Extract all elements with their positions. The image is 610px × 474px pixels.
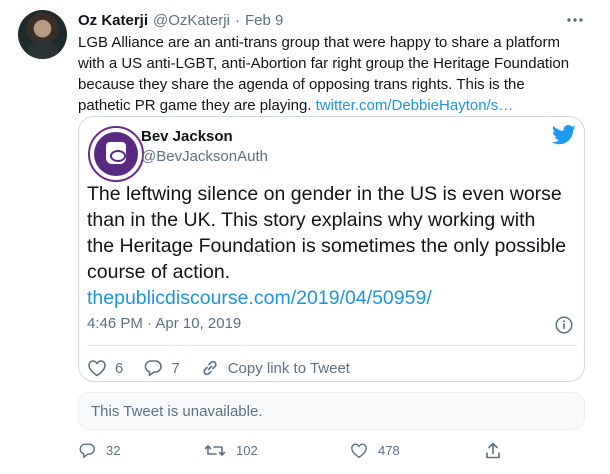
copy-link-button[interactable]: Copy link to Tweet (200, 359, 350, 377)
quoted-tweet-link[interactable]: thepublicdiscourse.com/2019/04/50959/ (87, 285, 579, 311)
author-handle[interactable]: @OzKaterji (153, 12, 230, 29)
ellipsis-icon[interactable] (566, 12, 584, 26)
quoted-actions: 6 7 Copy link to Tweet (87, 357, 370, 379)
like-button[interactable]: 478 (350, 442, 400, 459)
author-avatar[interactable] (18, 10, 67, 59)
tweet-text-line: with a US anti-LGBT, anti-Abortion far r… (78, 55, 570, 72)
quoted-text-line: the Heritage Foundation is sometimes the… (87, 235, 567, 257)
reply-button[interactable]: 32 (78, 442, 120, 459)
share-button[interactable] (484, 442, 512, 460)
info-icon[interactable] (555, 316, 573, 334)
quoted-like-count: 6 (115, 359, 124, 377)
quoted-reply-button[interactable]: 7 (143, 359, 180, 377)
unavailable-tweet-notice: This Tweet is unavailable. (78, 392, 585, 430)
tweet-header: Oz Katerji @OzKaterji · Feb 9 (78, 10, 283, 30)
tweet-text-line-end: pathetic PR game they are playing. (78, 97, 316, 114)
quoted-tweet-text: The leftwing silence on gender in the US… (87, 181, 579, 311)
tweet-actions: 32 102 478 (78, 440, 508, 464)
fist-icon (106, 142, 126, 164)
quoted-text-line: The leftwing silence on gender in the US… (87, 183, 562, 205)
quoted-tweet[interactable]: Bev Jackson @BevJacksonAuth The leftwing… (78, 116, 585, 382)
tweet-text: LGB Alliance are an anti-trans group tha… (78, 32, 598, 116)
copy-link-label: Copy link to Tweet (227, 359, 350, 377)
quoted-author-handle[interactable]: @BevJacksonAuth (141, 148, 268, 165)
divider (87, 345, 577, 346)
quoted-timestamp[interactable]: 4:46 PM · Apr 10, 2019 (87, 315, 241, 332)
retweet-count: 102 (236, 443, 258, 458)
heart-icon (351, 443, 367, 459)
like-count: 478 (378, 443, 400, 458)
tweet-text-line: pathetic PR game they are playing. twitt… (78, 95, 598, 116)
reply-icon (79, 443, 95, 458)
quoted-author-name[interactable]: Bev Jackson (141, 128, 233, 145)
tweet-text-line: LGB Alliance are an anti-trans group tha… (78, 34, 560, 51)
quoted-like-button[interactable]: 6 (87, 359, 123, 377)
share-icon (486, 442, 500, 459)
quoted-text-line: course of action. (87, 261, 231, 283)
heart-icon (88, 360, 106, 377)
link-icon (203, 360, 217, 376)
separator-dot: · (234, 11, 240, 29)
quoted-author-avatar[interactable] (88, 126, 144, 182)
retweet-icon (204, 445, 226, 456)
reply-icon (144, 360, 163, 377)
author-name[interactable]: Oz Katerji (78, 12, 148, 29)
reply-count: 32 (106, 443, 121, 458)
tweet-text-line: because they share the agenda of opposin… (78, 76, 525, 93)
twitter-bird-icon[interactable] (552, 125, 576, 145)
tweet-date[interactable]: Feb 9 (245, 12, 283, 29)
retweet-button[interactable]: 102 (204, 442, 258, 459)
tweet-link[interactable]: twitter.com/DebbieHayton/s… (316, 97, 514, 114)
quoted-reply-count: 7 (171, 359, 180, 377)
tweet-card[interactable]: Oz Katerji @OzKaterji · Feb 9 LGB Allian… (0, 0, 610, 474)
quoted-text-line: than in the UK. This story explains why … (87, 209, 536, 231)
